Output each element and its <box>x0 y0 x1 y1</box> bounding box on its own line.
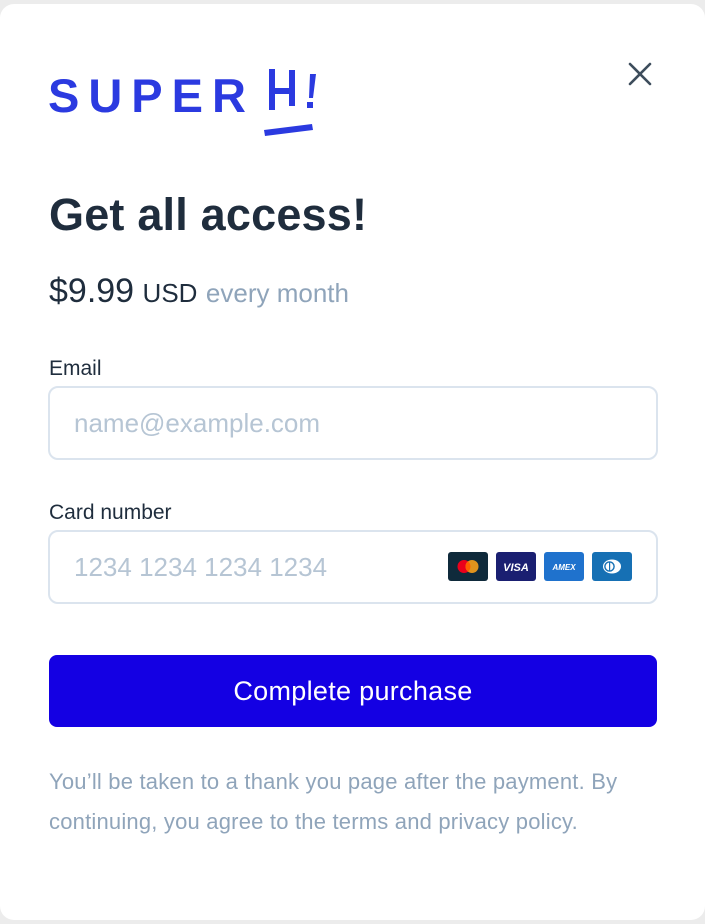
close-button[interactable] <box>623 57 657 91</box>
card-number-label: Card number <box>49 501 172 524</box>
email-field-container[interactable] <box>48 386 658 460</box>
checkout-modal: SUPER Get all access! $9.99 USD every mo… <box>0 4 705 920</box>
amex-icon: AMEX <box>544 552 584 581</box>
visa-icon: VISA <box>496 552 536 581</box>
brand-h-mark-icon <box>264 69 316 136</box>
visa-text: VISA <box>503 562 529 574</box>
email-label: Email <box>49 357 102 380</box>
complete-purchase-button[interactable]: Complete purchase <box>49 655 657 727</box>
diners-icon <box>592 552 632 581</box>
price-amount: $9.99 <box>49 272 135 310</box>
price-currency: USD <box>142 278 198 308</box>
price-summary: $9.99 USD every month <box>49 274 349 308</box>
amex-text: AMEX <box>551 563 576 572</box>
page-title: Get all access! <box>49 189 368 240</box>
email-field[interactable] <box>74 388 634 458</box>
card-number-field[interactable] <box>74 532 444 602</box>
card-brand-icons: VISA AMEX <box>448 552 632 581</box>
brand-logo: SUPER <box>48 62 318 136</box>
payment-disclaimer: You’ll be taken to a thank you page afte… <box>49 769 618 834</box>
mastercard-icon <box>448 552 488 581</box>
card-number-field-container[interactable]: VISA AMEX <box>48 530 658 604</box>
brand-wordmark: SUPER <box>48 69 255 122</box>
price-period: every month <box>205 278 349 308</box>
close-icon <box>628 62 652 86</box>
